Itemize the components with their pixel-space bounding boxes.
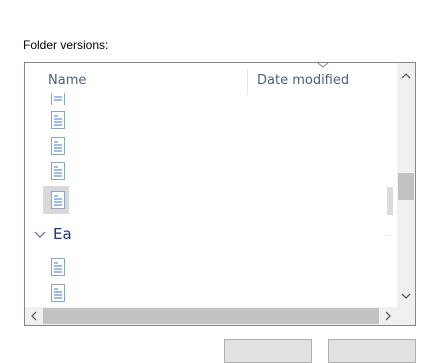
- chevron-down-icon[interactable]: [33, 227, 47, 241]
- scroll-up-arrow-icon[interactable]: [401, 71, 411, 81]
- document-file-icon: [51, 258, 65, 276]
- inner-scroll-indicator: [387, 187, 393, 215]
- scroll-left-arrow-icon[interactable]: [29, 311, 39, 321]
- column-header-date-modified[interactable]: Date modified: [257, 73, 349, 88]
- horizontal-scroll-thumb[interactable]: [43, 308, 379, 324]
- folder-versions-list[interactable]: Name Date modified Ea: [24, 62, 416, 326]
- scroll-right-arrow-icon[interactable]: [383, 311, 393, 321]
- vertical-scroll-thumb[interactable]: [398, 173, 414, 200]
- list-item[interactable]: [43, 282, 395, 304]
- dialog-button-1[interactable]: [224, 339, 312, 363]
- document-file-icon: [51, 111, 65, 129]
- list-item[interactable]: [43, 160, 395, 182]
- sort-chevron-down-icon: [317, 63, 329, 68]
- list-item[interactable]: [43, 109, 395, 131]
- document-file-icon: [51, 162, 65, 180]
- list-item[interactable]: [43, 256, 395, 278]
- group-divider: [387, 235, 391, 236]
- list-item[interactable]: [43, 135, 395, 157]
- document-file-icon: [51, 191, 65, 209]
- document-file-icon: [51, 137, 65, 155]
- horizontal-scrollbar[interactable]: [25, 307, 397, 325]
- scrollbar-corner: [397, 307, 415, 325]
- column-header-name[interactable]: Name: [48, 73, 86, 88]
- list-item-selected[interactable]: [43, 189, 395, 211]
- document-file-icon: [51, 284, 65, 302]
- dialog-button-2[interactable]: [328, 339, 416, 363]
- section-label: Folder versions:: [23, 38, 109, 52]
- group-label: Ea: [53, 225, 72, 243]
- scroll-down-arrow-icon[interactable]: [401, 291, 411, 301]
- vertical-scrollbar[interactable]: [397, 63, 415, 309]
- document-file-icon: [51, 93, 65, 105]
- column-divider[interactable]: [247, 69, 248, 95]
- list-item[interactable]: [43, 93, 395, 105]
